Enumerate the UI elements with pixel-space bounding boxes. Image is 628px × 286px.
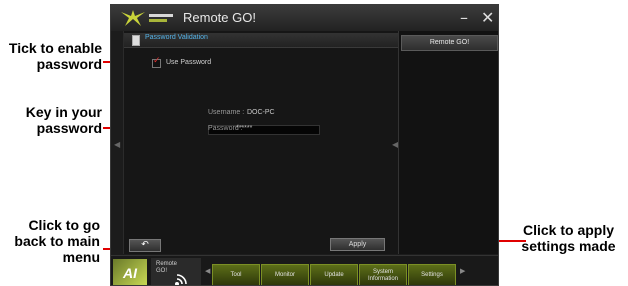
ai-suite-logo-icon[interactable]: AI	[113, 259, 147, 285]
checkmark-icon: ✓	[153, 56, 161, 66]
tab-system-information[interactable]: System Information	[359, 264, 407, 285]
bottom-bar: AI Remote GO! ◀ Tool Monitor Update Syst…	[111, 255, 498, 285]
annotation-tick-to-enable: Tick to enable password	[8, 40, 102, 72]
use-password-label: Use Password	[166, 59, 212, 66]
password-value: ******	[236, 125, 253, 132]
annotation-apply-settings: Click to apply settings made	[521, 222, 616, 254]
password-field[interactable]: Password : ******	[208, 125, 320, 135]
tab-settings[interactable]: Settings	[408, 264, 456, 285]
remote-go-side-button[interactable]: Remote GO!	[401, 35, 498, 51]
minimize-button[interactable]: –	[460, 8, 468, 27]
apply-button[interactable]: Apply	[330, 238, 385, 251]
window-title: Remote GO!	[183, 10, 256, 25]
back-arrow-icon: ↶	[141, 240, 149, 250]
title-bar: Remote GO! – ✕	[111, 5, 498, 31]
username-label: Username :	[208, 109, 245, 116]
wireless-signal-icon	[175, 274, 187, 285]
back-button[interactable]: ↶	[129, 239, 161, 252]
annotation-key-in-password: Key in your password	[25, 104, 102, 136]
annotation-go-back: Click to go back to main menu	[14, 217, 100, 265]
tabs-scroll-left-icon[interactable]: ◀	[205, 267, 210, 275]
username-value: DOC-PC	[247, 109, 275, 116]
tab-tool[interactable]: Tool	[212, 264, 260, 285]
panel-header-title: Password Validation	[145, 34, 208, 41]
remote-go-tile[interactable]: Remote GO!	[151, 258, 201, 285]
close-button[interactable]: ✕	[481, 8, 494, 27]
panel-header: Password Validation	[124, 33, 398, 48]
remote-go-window: Remote GO! – ✕ ◀ Password Validation ✓ U…	[110, 4, 499, 286]
side-panel: Remote GO!	[398, 31, 498, 254]
page-icon	[132, 35, 140, 46]
left-nav-arrow-icon[interactable]: ◀	[114, 140, 120, 149]
tabs-scroll-right-icon[interactable]: ▶	[460, 267, 465, 275]
tuf-logo-icon	[121, 10, 173, 26]
use-password-checkbox[interactable]: ✓	[152, 56, 161, 68]
tab-monitor[interactable]: Monitor	[261, 264, 309, 285]
tab-update[interactable]: Update	[310, 264, 358, 285]
password-validation-panel: Password Validation ✓ Use Password Usern…	[123, 31, 398, 254]
